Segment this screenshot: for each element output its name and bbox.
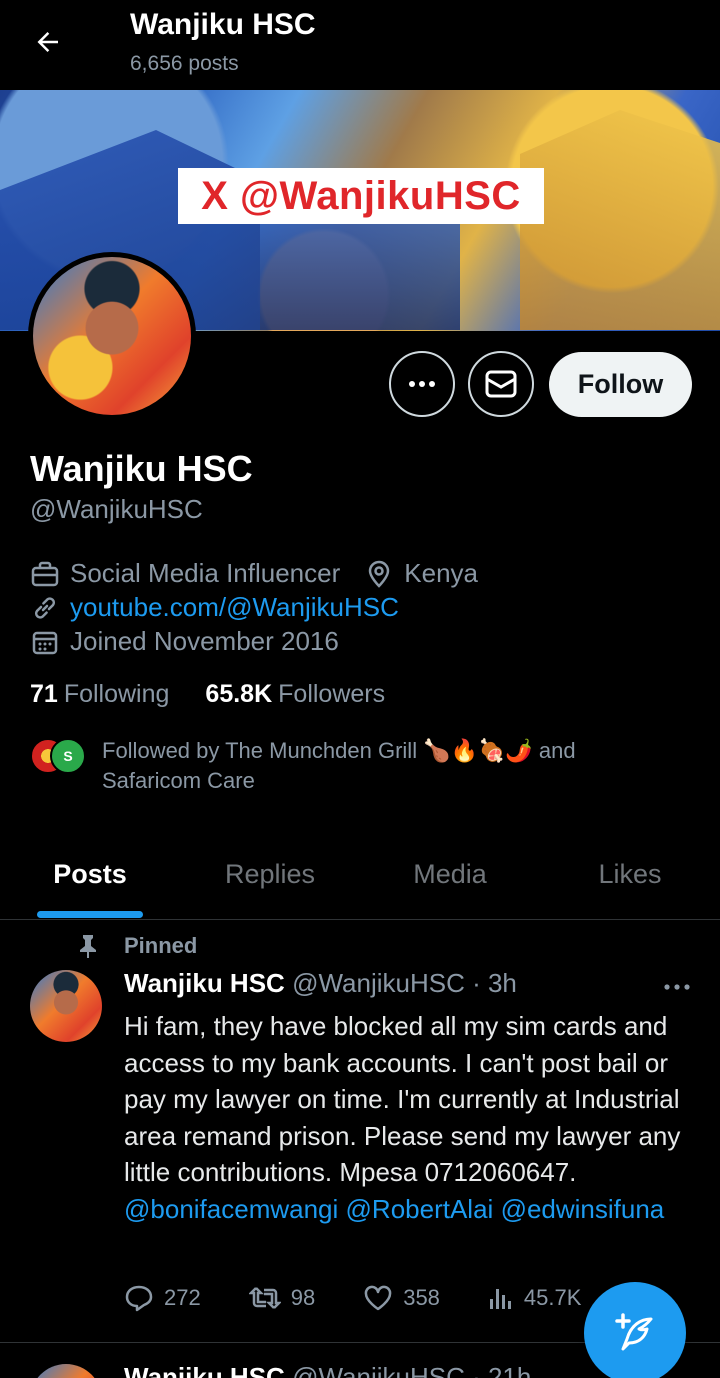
profile-website-link[interactable]: youtube.com/@WanjikuHSC <box>70 592 399 623</box>
profile-location: Kenya <box>404 558 478 588</box>
tweet-body[interactable]: Hi fam, they have blocked all my sim car… <box>124 1008 704 1227</box>
avatar: S <box>50 738 86 774</box>
pinned-indicator: Pinned <box>76 932 197 960</box>
followers-count: 65.8K <box>205 680 273 708</box>
profile-meta-row: Social Media Influencer Kenya <box>30 558 478 589</box>
mention-link[interactable]: @edwinsifuna <box>501 1194 665 1224</box>
banner-art <box>520 110 720 330</box>
compose-feather-icon <box>615 1313 653 1351</box>
tweet-author-handle-time[interactable]: @WanjikuHSC · 21h <box>292 1362 531 1378</box>
top-bar: Wanjiku HSC 6,656 posts <box>0 0 720 90</box>
following-label: Following <box>63 680 170 708</box>
following-count: 71 <box>30 680 58 708</box>
heart-icon <box>364 1285 392 1311</box>
tweet-author-avatar[interactable] <box>30 970 102 1042</box>
profile-name: Wanjiku HSC <box>30 448 253 489</box>
followed-by-text[interactable]: Followed by The Munchden Grill 🍗🔥🍖🌶️ and… <box>102 736 662 796</box>
tab-label: Likes <box>598 858 662 889</box>
tab-likes[interactable]: Likes <box>540 830 720 918</box>
profile-avatar[interactable] <box>28 252 196 420</box>
tweet-author-name[interactable]: Wanjiku HSC <box>124 1362 285 1378</box>
followed-by-avatars[interactable]: S <box>30 738 86 774</box>
active-tab-indicator <box>37 911 143 918</box>
tweet-more-icon[interactable] <box>660 972 694 1002</box>
followers-label: Followers <box>278 680 386 708</box>
more-options-button[interactable] <box>389 351 455 417</box>
pinned-label: Pinned <box>124 933 198 958</box>
message-button[interactable] <box>468 351 534 417</box>
calendar-icon <box>30 627 60 657</box>
following-count-link[interactable]: 71 Following <box>30 680 169 709</box>
followed-by-line: Safaricom Care <box>102 768 255 793</box>
tab-label: Replies <box>224 858 316 889</box>
follow-counts: 71 Following 65.8K Followers <box>30 680 385 709</box>
more-dots-icon <box>409 381 435 387</box>
repost-count: 98 <box>290 1285 316 1310</box>
views-count: 45.7K <box>523 1285 582 1310</box>
repost-icon <box>248 1287 281 1309</box>
profile-joined-date: Joined November 2016 <box>70 626 339 656</box>
tab-label: Media <box>413 858 487 889</box>
tweet-actions: 272 98 358 45.7K <box>124 1284 629 1312</box>
banner-text: X @WanjikuHSC <box>178 168 544 224</box>
views-button[interactable]: 45.7K <box>488 1284 582 1312</box>
tweet-header: Wanjiku HSC @WanjikuHSC · 21h <box>124 1362 531 1378</box>
tweet-header: Wanjiku HSC @WanjikuHSC · 3h <box>124 968 517 999</box>
envelope-icon <box>485 370 517 398</box>
profile-meta-row: youtube.com/@WanjikuHSC <box>30 592 399 623</box>
tab-posts[interactable]: Posts <box>0 830 180 918</box>
reply-button[interactable]: 272 <box>124 1284 201 1312</box>
tweet-author-name[interactable]: Wanjiku HSC <box>124 968 285 998</box>
mention-link[interactable]: @RobertAlai <box>346 1194 494 1224</box>
tab-replies[interactable]: Replies <box>180 830 360 918</box>
tweet-author-avatar[interactable] <box>30 1364 102 1378</box>
profile-category: Social Media Influencer <box>70 558 341 588</box>
views-chart-icon <box>489 1289 511 1309</box>
pin-icon <box>76 932 100 960</box>
reply-count: 272 <box>164 1285 201 1310</box>
reply-icon <box>125 1285 153 1312</box>
tab-label: Posts <box>53 858 127 889</box>
profile-meta-row: Joined November 2016 <box>30 626 339 657</box>
followers-count-link[interactable]: 65.8K Followers <box>205 680 385 709</box>
tweet-author-handle-time[interactable]: @WanjikuHSC · 3h <box>292 968 517 998</box>
header-title: Wanjiku HSC <box>130 8 316 41</box>
like-count: 358 <box>403 1285 440 1310</box>
follow-button[interactable]: Follow <box>549 352 692 417</box>
compose-post-button[interactable] <box>584 1282 686 1378</box>
profile-handle: @WanjikuHSC <box>30 494 203 524</box>
briefcase-icon <box>30 559 60 589</box>
like-button[interactable]: 358 <box>363 1284 440 1312</box>
repost-button[interactable]: 98 <box>248 1284 316 1312</box>
followed-by-line: Followed by The Munchden Grill 🍗🔥🍖🌶️ and <box>102 738 576 763</box>
mention-link[interactable]: @bonifacemwangi <box>124 1194 338 1224</box>
avatar-image <box>33 257 191 415</box>
link-icon <box>30 593 60 623</box>
tab-media[interactable]: Media <box>360 830 540 918</box>
tweet-text: Hi fam, they have blocked all my sim car… <box>124 1011 681 1187</box>
profile-tabs: Posts Replies Media Likes <box>0 830 720 920</box>
back-arrow-icon[interactable] <box>28 22 68 62</box>
location-pin-icon <box>364 559 394 589</box>
header-post-count: 6,656 posts <box>130 52 239 75</box>
